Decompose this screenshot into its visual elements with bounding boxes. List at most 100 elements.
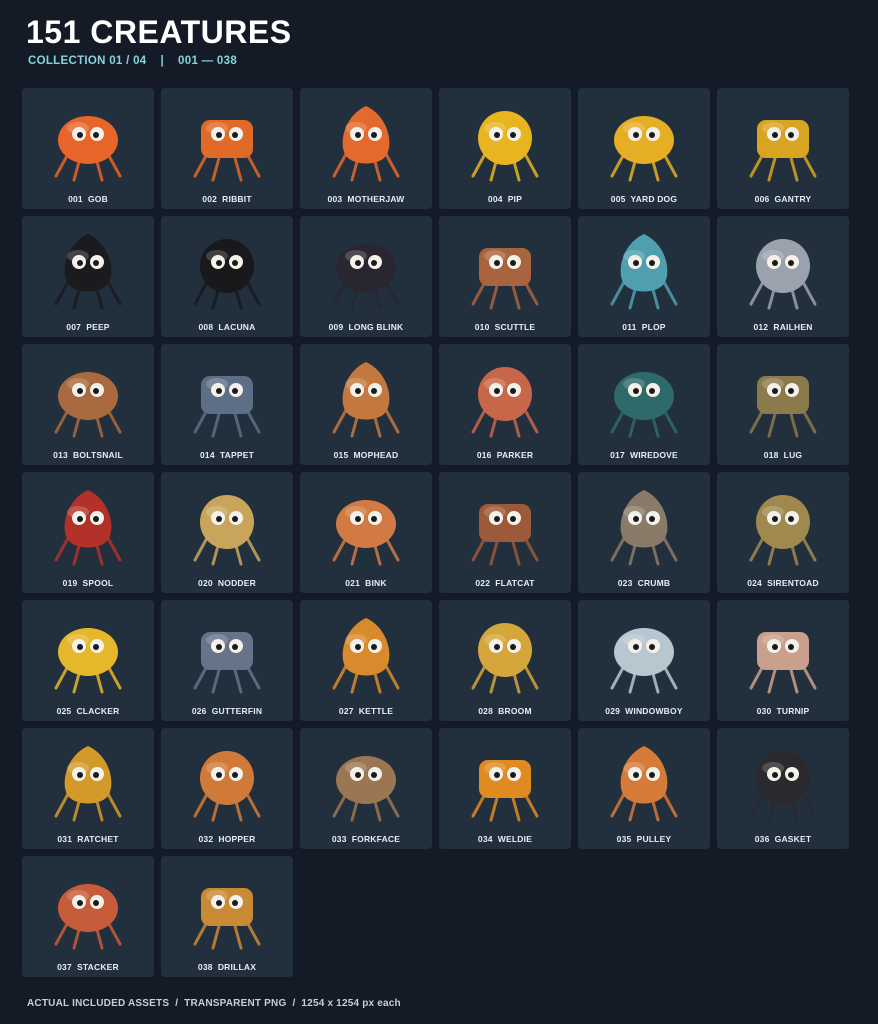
creature-label: 014 TAPPET (199, 450, 254, 460)
creature-tile[interactable]: 020 NODDER (161, 472, 293, 593)
creature-tile[interactable]: 034 WELDIE (439, 728, 571, 849)
creature-label: 033 FORKFACE (331, 834, 401, 844)
creature-tile[interactable]: 024 SIRENTOAD (717, 472, 849, 593)
creature-label: 018 LUG (763, 450, 803, 460)
collection-label: COLLECTION 01 / 04 (28, 55, 147, 67)
creature-tile[interactable]: 018 LUG (717, 344, 849, 465)
creature-tile[interactable]: 033 FORKFACE (300, 728, 432, 849)
creature-label: 030 TURNIP (756, 706, 810, 716)
creature-tile[interactable]: 017 WIREDOVE (578, 344, 710, 465)
toad-creature-icon (749, 495, 817, 566)
creature-label: 027 KETTLE (338, 706, 394, 716)
creature-tile[interactable]: 011 PLOP (578, 216, 710, 337)
creature-tile[interactable]: 036 GASKET (717, 728, 849, 849)
creature-label: 020 NODDER (198, 578, 256, 588)
footer-separator: / (175, 998, 179, 1009)
creature-tile[interactable]: 010 SCUTTLE (439, 216, 571, 337)
creature-tile[interactable]: 014 TAPPET (161, 344, 293, 465)
creature-tile[interactable]: 012 RAILHEN (717, 216, 849, 337)
creature-label: 015 MOPHEAD (333, 450, 399, 460)
creature-tile[interactable]: 013 BOLTSNAIL (22, 344, 154, 465)
creature-tile[interactable]: 038 DRILLAX (161, 856, 293, 977)
creature-label: 005 YARD DOG (610, 194, 678, 204)
creature-label: 008 LACUNA (198, 322, 256, 332)
creature-label: 007 PEEP (66, 322, 110, 332)
creature-label: 032 HOPPER (198, 834, 256, 844)
box-hopper-robot-icon (193, 751, 261, 822)
creature-tile[interactable]: 001 GOB (22, 88, 154, 209)
mechanical-snail-icon (54, 372, 122, 438)
collection-subtitle: COLLECTION 01 / 04 | 001 — 038 (28, 55, 237, 67)
creature-tile[interactable]: 032 HOPPER (161, 728, 293, 849)
yellow-arch-robot-icon (749, 120, 817, 182)
creature-label: 037 STACKER (57, 962, 119, 972)
creature-label: 012 RAILHEN (753, 322, 813, 332)
wire-bird-creature-icon (610, 372, 678, 438)
subtitle-separator: | (160, 55, 165, 67)
creature-tile[interactable]: 009 LONG BLINK (300, 216, 432, 337)
creature-label: 029 WINDOWBOY (605, 706, 683, 716)
creature-label: 024 SIRENTOAD (747, 578, 819, 588)
footer-format: TRANSPARENT PNG (184, 998, 287, 1009)
wading-bird-creature-icon (749, 239, 817, 310)
creature-label: 031 RATCHET (57, 834, 119, 844)
eyeball-on-stalk-creature-icon (332, 244, 400, 310)
black-droplet-creature-icon (54, 234, 122, 310)
creature-label: 010 SCUTTLE (474, 322, 536, 332)
creature-label: 034 WELDIE (477, 834, 533, 844)
creature-tile[interactable]: 029 WINDOWBOY (578, 600, 710, 721)
creature-label: 026 GUTTERFIN (191, 706, 263, 716)
black-ball-dripping-creature-icon (193, 239, 261, 310)
turnip-creature-icon (749, 632, 817, 694)
creature-tile[interactable]: 002 RIBBIT (161, 88, 293, 209)
long-neck-creature-icon (193, 495, 261, 566)
page-title: 151 CREATURES (26, 14, 292, 50)
rock-pile-creature-icon (610, 490, 678, 566)
creature-tile[interactable]: 027 KETTLE (300, 600, 432, 721)
creature-label: 009 LONG BLINK (328, 322, 404, 332)
creature-tile[interactable]: 016 PARKER (439, 344, 571, 465)
creature-label: 021 BINK (345, 578, 387, 588)
creature-tile[interactable]: 004 PIP (439, 88, 571, 209)
creature-tile[interactable]: 008 LACUNA (161, 216, 293, 337)
rusty-crab-creature-icon (471, 248, 539, 310)
creature-tile[interactable]: 005 YARD DOG (578, 88, 710, 209)
creature-label: 006 GANTRY (754, 194, 812, 204)
creature-tile[interactable]: 006 GANTRY (717, 88, 849, 209)
catfish-creature-icon (193, 632, 261, 694)
creature-tile[interactable]: 023 CRUMB (578, 472, 710, 593)
long-ear-bunny-creature-icon (332, 500, 400, 566)
footer-info: ACTUAL INCLUDED ASSETS / TRANSPARENT PNG / 1… (27, 998, 401, 1009)
creature-tile[interactable]: 028 BROOM (439, 600, 571, 721)
creature-tile[interactable]: 015 MOPHEAD (300, 344, 432, 465)
range-label: 001 — 038 (178, 55, 238, 67)
creature-tile[interactable]: 003 MOTHERJAW (300, 88, 432, 209)
creature-label: 038 DRILLAX (197, 962, 257, 972)
drill-nose-robot-icon (193, 888, 261, 950)
creature-tile[interactable]: 021 BINK (300, 472, 432, 593)
creature-tile[interactable]: 031 RATCHET (22, 728, 154, 849)
fan-broom-creature-icon (471, 623, 539, 694)
creature-tile[interactable]: 022 FLATCAT (439, 472, 571, 593)
horned-beast-creature-icon (332, 756, 400, 822)
orb-welder-robot-icon (471, 760, 539, 822)
teal-blob-creature-icon (610, 234, 678, 310)
creature-label: 002 RIBBIT (202, 194, 252, 204)
yellow-robot-dog-icon (610, 116, 678, 182)
mossy-tortoise-creature-icon (749, 376, 817, 438)
creature-tile[interactable]: 035 PULLEY (578, 728, 710, 849)
creature-tile[interactable]: 019 SPOOL (22, 472, 154, 593)
creature-tile[interactable]: 026 GUTTERFIN (161, 600, 293, 721)
creature-tile[interactable]: 030 TURNIP (717, 600, 849, 721)
creature-label: 025 CLACKER (56, 706, 120, 716)
creature-tile[interactable]: 037 STACKER (22, 856, 154, 977)
footer-assets: ACTUAL INCLUDED ASSETS (27, 998, 170, 1009)
creature-tile[interactable]: 025 CLACKER (22, 600, 154, 721)
ratchet-robot-dog-icon (54, 746, 122, 822)
armored-toad-creature-icon (471, 367, 539, 438)
stacked-box-robot-icon (54, 884, 122, 950)
hazard-wing-bug-icon (54, 628, 122, 694)
creature-tile[interactable]: 007 PEEP (22, 216, 154, 337)
shaggy-hair-creature-icon (332, 362, 400, 438)
creature-label: 001 GOB (68, 194, 108, 204)
